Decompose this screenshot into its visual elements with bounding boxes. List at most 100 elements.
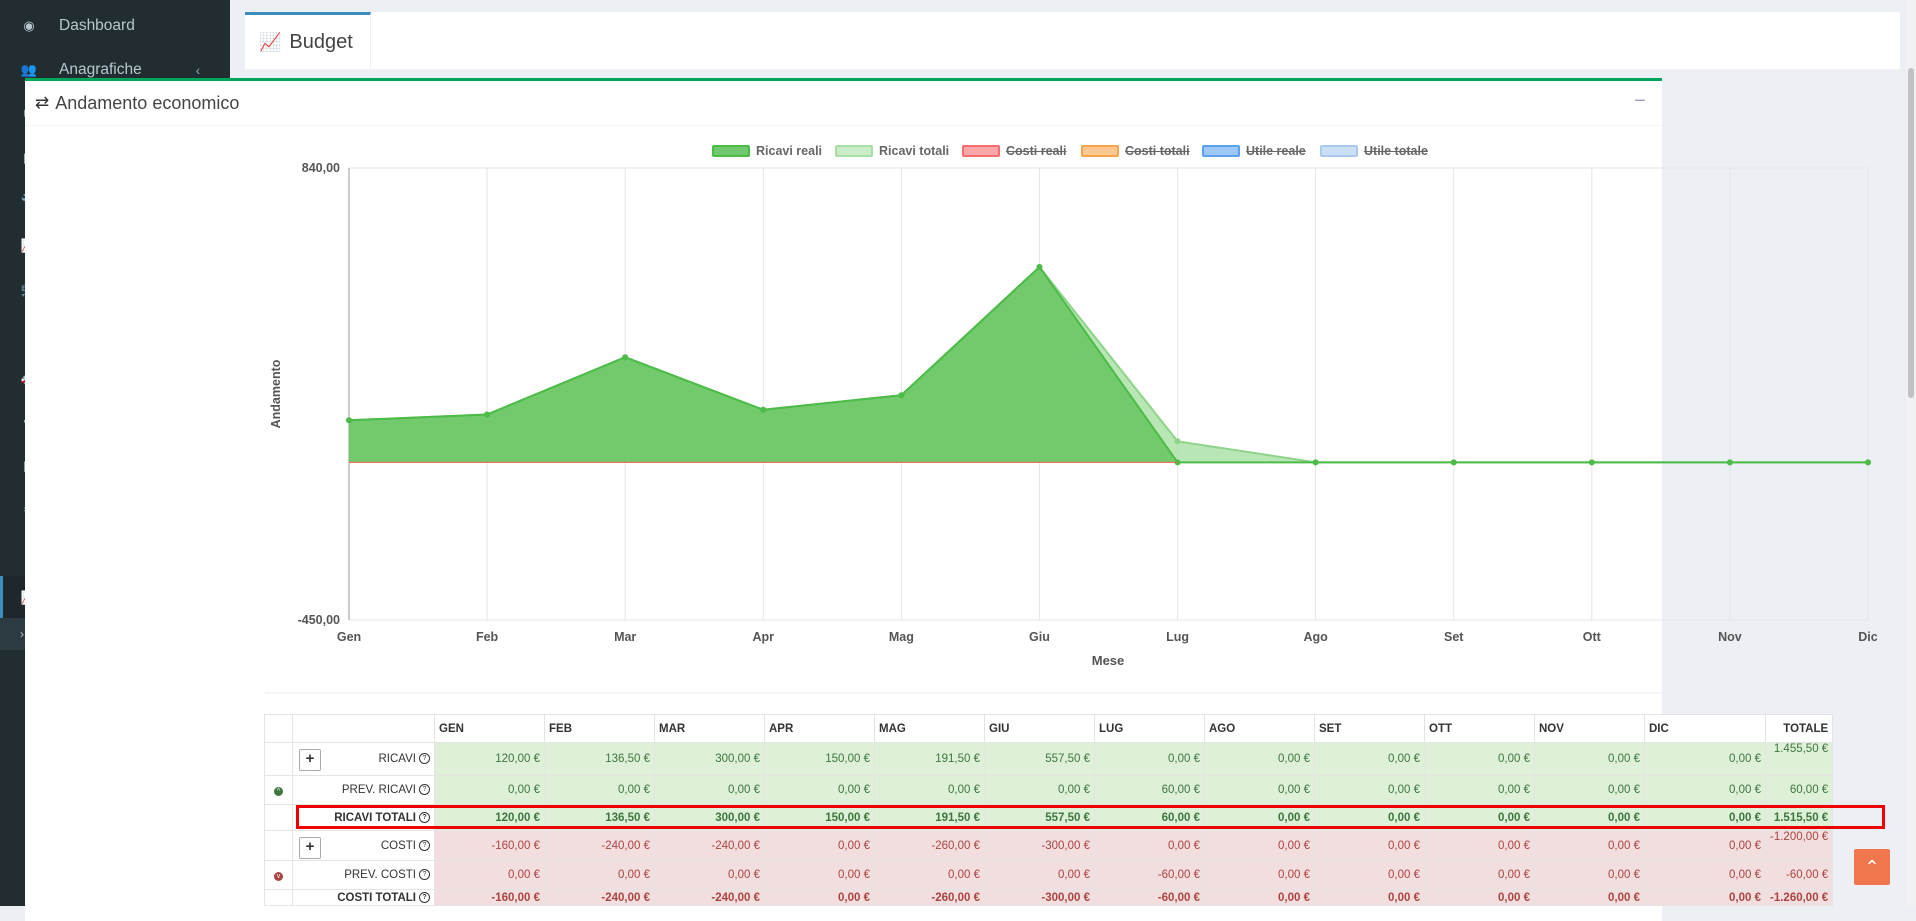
value-cell: 0,00 €	[874, 775, 985, 805]
table-row: ^ PREV. RICAVI? 0,00 €0,00 €0,00 €0,00 €0,…	[264, 775, 1834, 805]
budget-table: GEN FEB MAR APR MAG GIU LUG AGO SET OTT NOV DIC TOTA…	[264, 714, 1834, 906]
value-cell: 0,00 €	[764, 830, 875, 861]
value-cell: 557,50 €	[984, 804, 1095, 831]
scrollbar-thumb[interactable]	[1908, 68, 1914, 398]
value-cell: 0,00 €	[764, 889, 875, 906]
table-row: + RICAVI? 120,00 €136,50 €300,00 €150,00 €…	[264, 742, 1834, 776]
value-cell: 0,00 €	[1204, 775, 1315, 805]
data-point	[898, 392, 905, 399]
help-icon[interactable]: ?	[419, 839, 430, 851]
data-point	[622, 354, 629, 361]
value-cell: -260,00 €	[874, 889, 985, 906]
value-cell: 0,00 €	[1424, 742, 1535, 776]
value-cell: 0,00 €	[1204, 742, 1315, 776]
value-cell: 0,00 €	[1314, 742, 1425, 776]
row-label: RICAVI	[378, 753, 417, 765]
x-tick-label: Feb	[476, 630, 499, 644]
value-cell: 557,50 €	[984, 742, 1095, 776]
help-icon[interactable]: ?	[419, 891, 430, 903]
group-cell	[264, 830, 293, 861]
data-point	[1174, 438, 1181, 445]
x-tick-label: Gen	[337, 630, 361, 644]
data-point	[760, 406, 767, 413]
group-cell: v	[264, 860, 293, 890]
scrollbar[interactable]	[1906, 0, 1916, 906]
help-icon[interactable]: ?	[419, 869, 430, 881]
value-cell: 191,50 €	[874, 742, 985, 776]
value-cell: 0,00 €	[874, 860, 985, 890]
value-cell: 0,00 €	[1314, 830, 1425, 861]
y-tick-label: 840,00	[302, 161, 340, 175]
group-cell	[264, 889, 293, 906]
header-cell	[264, 714, 293, 743]
table-row: COSTI TOTALI? -160,00 € -240,00 € -240,00 €…	[264, 889, 1834, 906]
x-tick-label: Set	[1444, 630, 1464, 644]
value-cell: 0,00 €	[1644, 775, 1766, 805]
column-header: LUG	[1094, 714, 1205, 743]
data-point	[1865, 459, 1871, 466]
value-cell: 0,00 €	[1424, 830, 1535, 861]
table-row: RICAVI TOTALI? 120,00 €136,50 €300,00 €15…	[264, 804, 1834, 831]
value-cell: -240,00 €	[654, 889, 765, 906]
value-cell: 136,50 €	[544, 804, 655, 831]
x-axis-title: Mese	[1092, 653, 1125, 668]
value-cell: 60,00 €	[1094, 804, 1205, 831]
table-row: + COSTI? -160,00 € -240,00 € -240,00 €0,00 €…	[264, 830, 1834, 861]
expand-button[interactable]: +	[299, 837, 321, 859]
x-tick-label: Dic	[1858, 630, 1878, 644]
value-cell: -240,00 €	[654, 830, 765, 861]
column-header: MAG	[874, 714, 985, 743]
value-cell: 0,00 €	[1094, 742, 1205, 776]
row-label: PREV. RICAVI	[341, 784, 416, 796]
value-cell: 0,00 €	[1644, 860, 1766, 890]
value-cell: 0,00 €	[1204, 860, 1315, 890]
data-point	[1726, 459, 1733, 466]
row-label-cell: RICAVI TOTALI?	[292, 804, 435, 831]
value-cell: -160,00 €	[434, 889, 545, 906]
value-cell: 0,00 €	[654, 775, 765, 805]
help-icon[interactable]: ?	[419, 811, 430, 823]
x-tick-label: Ott	[1583, 630, 1602, 644]
table-header-row: GEN FEB MAR APR MAG GIU LUG AGO SET OTT NOV DIC TOTA…	[264, 714, 1834, 743]
value-cell: 0,00 €	[544, 775, 655, 805]
value-cell: 60,00 €	[1094, 775, 1205, 805]
value-cell: 0,00 €	[1424, 804, 1535, 831]
row-label: PREV. COSTI	[344, 869, 416, 881]
row-label-cell: + RICAVI?	[292, 742, 435, 776]
group-cell	[264, 804, 293, 831]
value-cell: -60,00 €	[1094, 889, 1205, 906]
x-tick-label: Ago	[1303, 630, 1328, 644]
row-label-cell: PREV. RICAVI?	[292, 775, 435, 805]
value-cell: -1.260,00 €	[1764, 889, 1834, 906]
value-cell: 0,00 €	[1094, 830, 1205, 861]
value-cell: 0,00 €	[544, 860, 655, 890]
value-cell: 0,00 €	[764, 860, 875, 890]
table-row: v PREV. COSTI? 0,00 €0,00 €0,00 €0,00 €0,0…	[264, 860, 1834, 890]
help-icon[interactable]: ?	[419, 784, 430, 796]
value-cell: 0,00 €	[1204, 830, 1315, 861]
value-cell: 0,00 €	[1534, 889, 1645, 906]
row-label: COSTI	[380, 839, 416, 852]
row-label-cell: + COSTI?	[292, 830, 435, 861]
expand-button[interactable]: +	[299, 749, 321, 771]
column-header: APR	[764, 714, 875, 743]
help-icon[interactable]: ?	[419, 753, 430, 765]
andamento-chart: 840,00 -450,00 Gen Feb Mar Apr Mag Giu Lug Ago Set…	[265, 161, 1880, 694]
row-label: RICAVI TOTALI	[334, 811, 416, 824]
chevron-down-circle-icon[interactable]: v	[274, 872, 283, 881]
row-label-cell: PREV. COSTI?	[292, 860, 435, 890]
value-cell: 0,00 €	[1644, 804, 1766, 831]
value-cell: 0,00 €	[984, 775, 1095, 805]
value-cell: 0,00 €	[1314, 889, 1425, 906]
value-cell: 0,00 €	[1644, 889, 1766, 906]
x-tick-label: Giu	[1029, 630, 1050, 644]
back-to-top-button[interactable]: ⌃	[1854, 849, 1890, 885]
value-cell: 150,00 €	[764, 742, 875, 776]
chevron-up-circle-icon[interactable]: ^	[274, 787, 283, 796]
value-cell: 300,00 €	[654, 742, 765, 776]
value-cell: -260,00 €	[874, 830, 985, 861]
x-tick-label: Apr	[753, 630, 775, 644]
value-cell: 0,00 €	[434, 860, 545, 890]
group-cell	[264, 742, 293, 776]
data-point	[1036, 263, 1043, 270]
